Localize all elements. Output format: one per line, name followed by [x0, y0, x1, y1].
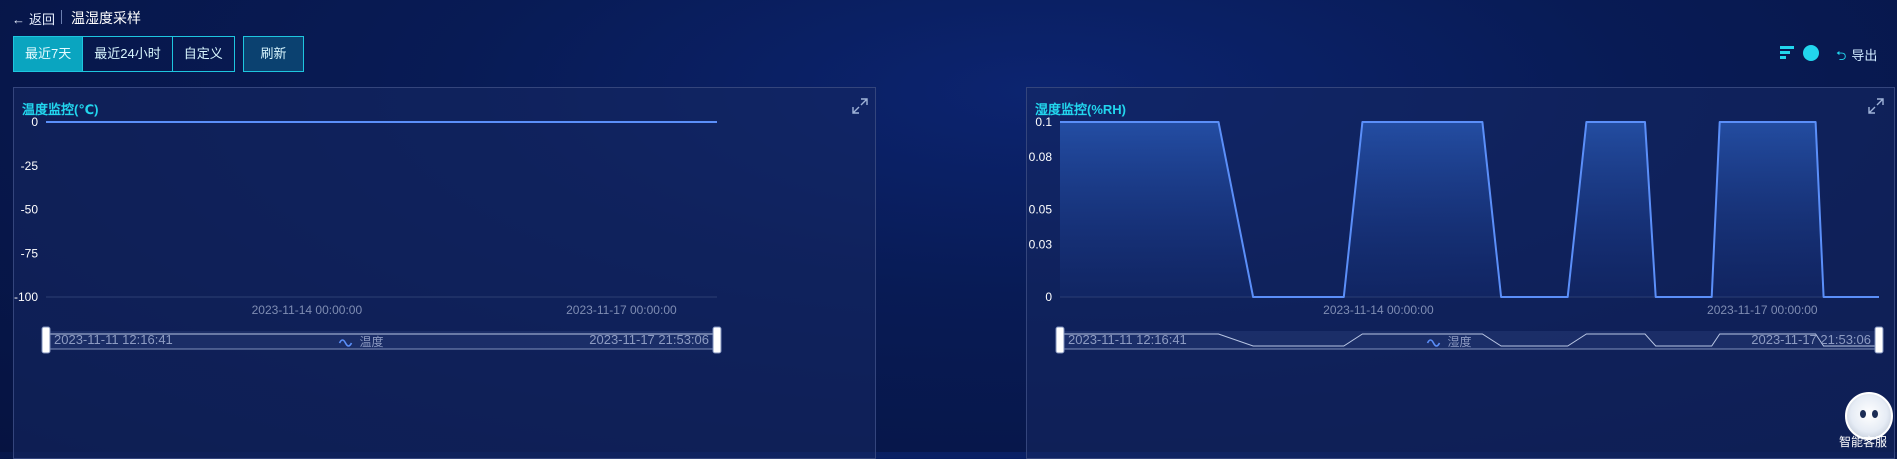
export-arrow-icon: ⮌: [1836, 48, 1847, 63]
sort-bars-icon[interactable]: [1780, 46, 1794, 60]
x-tick-label: 2023-11-17 00:00:00: [566, 303, 677, 317]
y-tick-label: -25: [21, 159, 39, 173]
datazoom-end-handle[interactable]: [1874, 326, 1884, 354]
y-tick-label: 0.03: [1029, 238, 1053, 252]
x-tick-label: 2023-11-17 00:00:00: [1707, 303, 1818, 317]
datazoom-start-label: 2023-11-11 12:16:41: [1068, 332, 1187, 347]
datazoom-start-label: 2023-11-11 12:16:41: [54, 332, 173, 347]
legend-label: 湿度: [1448, 334, 1472, 349]
smart-service-button[interactable]: 智能客服: [1835, 392, 1897, 452]
range-button-24h[interactable]: 最近24小时: [83, 37, 173, 71]
x-tick-label: 2023-11-14 00:00:00: [252, 303, 363, 317]
humidity-chart[interactable]: 0.1 0.08 0.05 0.03 0 2023-11-14 00:00:00 2023-…: [1027, 88, 1894, 458]
range-button-group: 最近7天 最近24小时 自定义: [13, 36, 235, 72]
datazoom-end-handle[interactable]: [712, 326, 722, 354]
title-divider: [61, 10, 62, 24]
y-tick-label: 0: [31, 115, 38, 129]
smart-service-label: 智能客服: [1839, 435, 1888, 449]
y-tick-label: -50: [21, 203, 39, 217]
page-title: 温湿度采样: [71, 10, 141, 26]
datazoom-end-label: 2023-11-17 21:53:06: [589, 332, 709, 347]
series-area: [1060, 122, 1879, 297]
temperature-chart[interactable]: 0 -25 -50 -75 -100 2023-11-14 00:00:00 2023-11…: [14, 88, 875, 458]
y-tick-label: 0.05: [1029, 203, 1053, 217]
top-bar: ← 返回 温湿度采样: [0, 0, 1897, 34]
arrow-left-icon: ←: [12, 12, 25, 27]
y-tick-label: 0.1: [1035, 115, 1052, 129]
y-tick-label: -75: [21, 246, 39, 260]
export-button[interactable]: ⮌ 导出: [1836, 45, 1877, 69]
back-button[interactable]: ← 返回: [12, 9, 55, 28]
legend-label: 温度: [360, 334, 384, 349]
status-dot-icon[interactable]: [1803, 45, 1819, 61]
datazoom-start-handle[interactable]: [41, 326, 51, 354]
y-tick-label: -100: [14, 290, 38, 304]
range-button-custom[interactable]: 自定义: [173, 37, 234, 71]
refresh-button[interactable]: 刷新: [243, 36, 304, 72]
export-label: 导出: [1851, 48, 1878, 63]
humidity-panel: 湿度监控(%RH) 0.1 0.08 0.05 0.03 0 2023-11-14 00:…: [1026, 87, 1895, 459]
y-tick-label: 0: [1045, 290, 1052, 304]
y-tick-label: 0.08: [1029, 150, 1053, 164]
x-tick-label: 2023-11-14 00:00:00: [1323, 303, 1434, 317]
temperature-panel: 温度监控(℃) 0 -25 -50 -75 -100 2023-11-14 00:00:0…: [13, 87, 876, 459]
datazoom-start-handle[interactable]: [1055, 326, 1065, 354]
back-label: 返回: [29, 12, 56, 27]
range-button-7d[interactable]: 最近7天: [14, 37, 84, 71]
datazoom-end-label: 2023-11-17 21:53:06: [1751, 332, 1871, 347]
